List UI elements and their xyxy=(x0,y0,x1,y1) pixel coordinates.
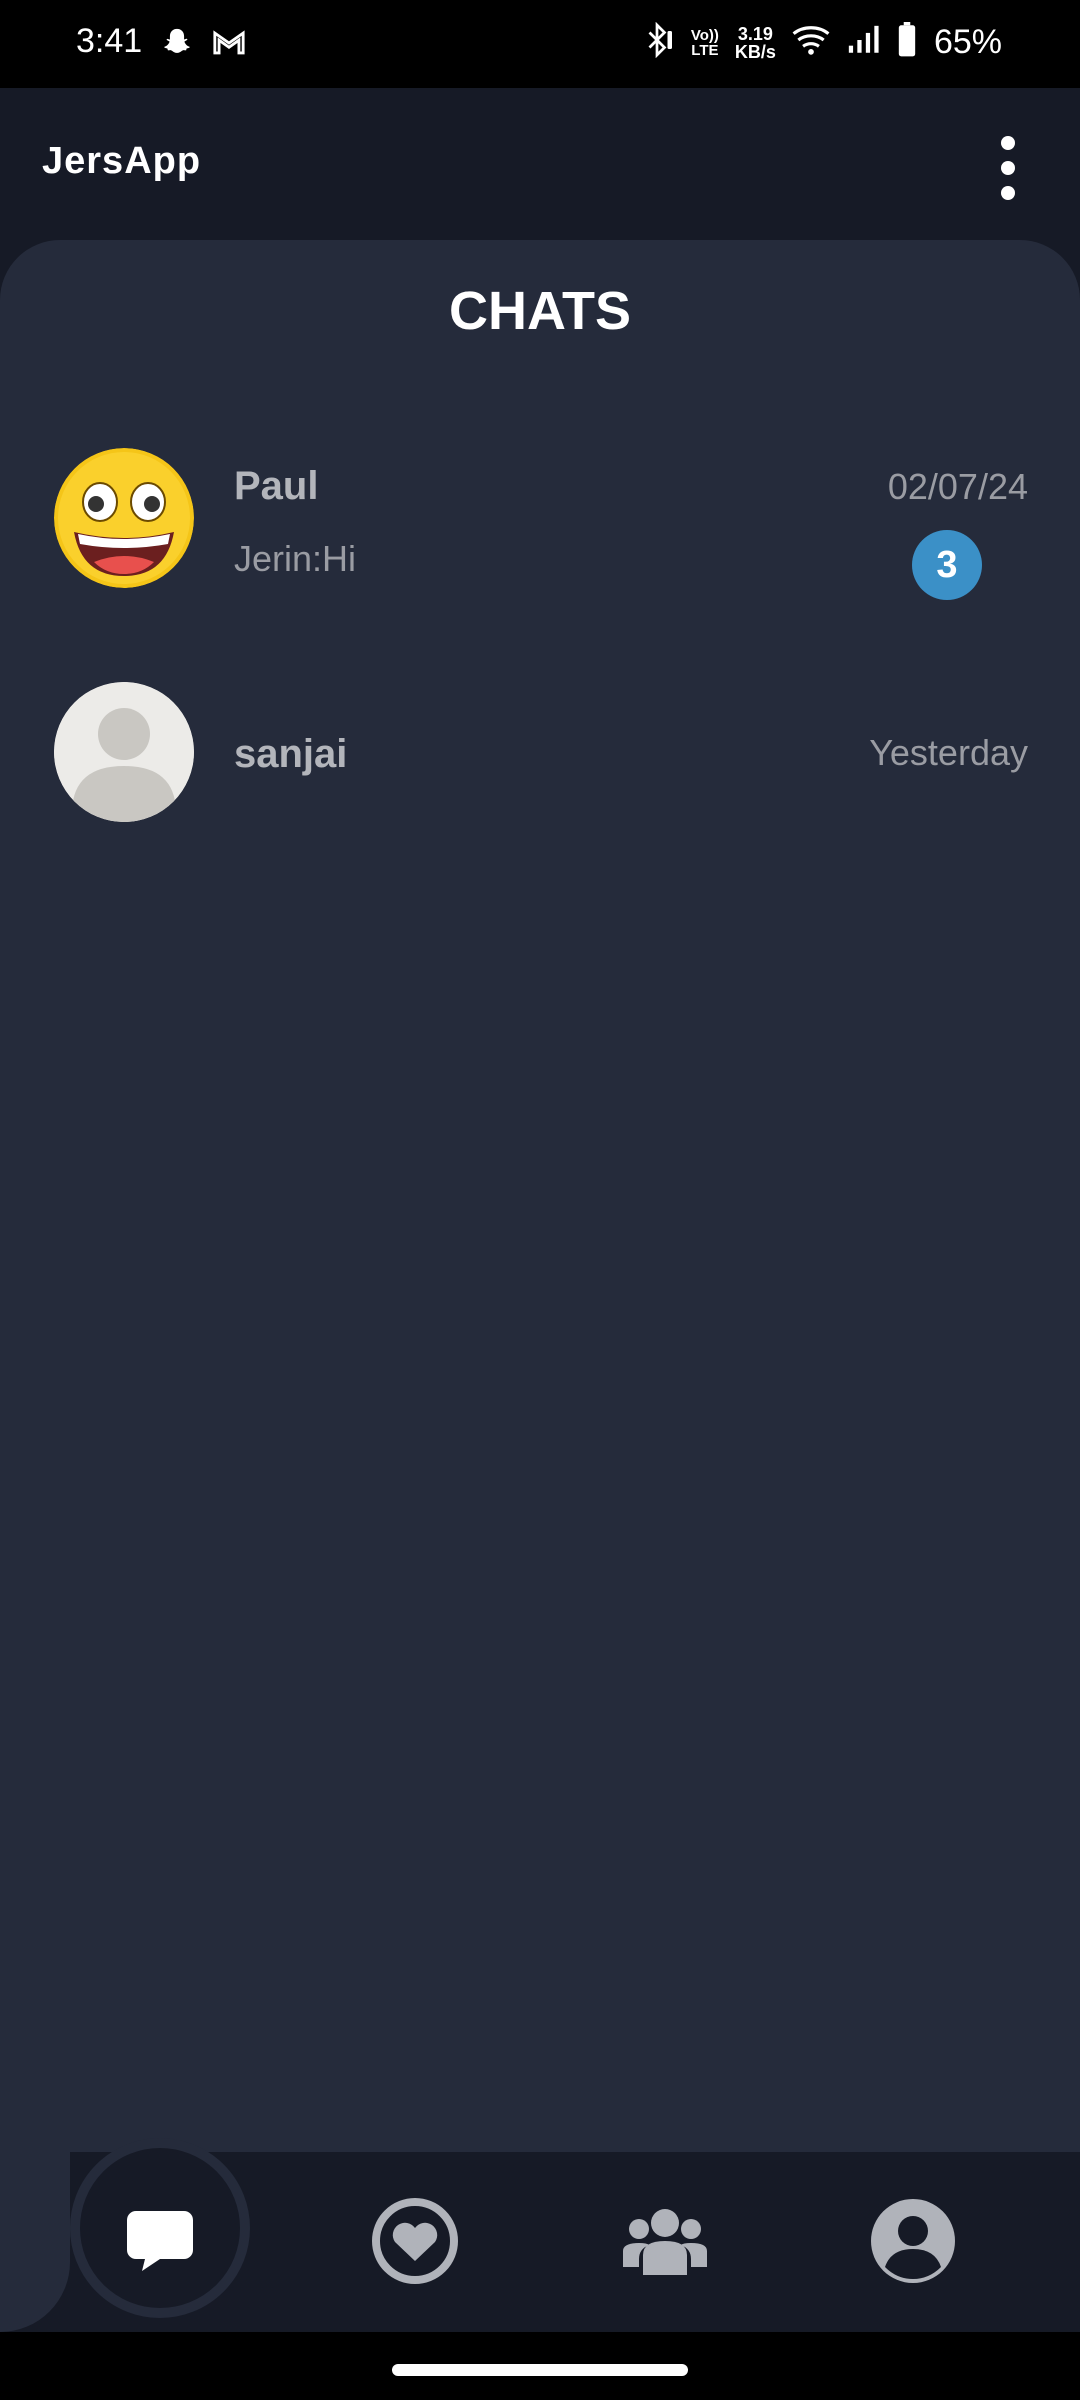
nav-groups-button[interactable] xyxy=(600,2176,730,2306)
status-bar: 3:41 Vo)) LTE 3.19 KB/s 65% xyxy=(0,0,1080,88)
avatar[interactable] xyxy=(54,682,194,822)
network-speed-value: 3.19 xyxy=(737,23,773,44)
chat-last-message: Jerin:Hi xyxy=(234,538,357,579)
gmail-icon xyxy=(212,28,246,63)
more-vert-icon-dot xyxy=(1001,186,1015,200)
chat-list-panel: CHATS Paul Jerin:Hi 02/07/24 3 sanjai Ye… xyxy=(0,240,1080,2152)
app-title: JersApp xyxy=(42,140,202,182)
wifi-icon xyxy=(792,24,830,61)
network-speed-unit: KB/s xyxy=(734,41,776,62)
unread-badge: 3 xyxy=(912,530,982,600)
chat-name: Paul xyxy=(234,464,319,508)
chat-item-sanjai[interactable]: sanjai Yesterday xyxy=(0,682,1080,832)
signal-icon xyxy=(846,24,880,61)
group-icon xyxy=(623,2209,707,2275)
system-icons: Vo)) LTE 3.19 KB/s 65% xyxy=(639,21,1002,63)
network-speed: 3.19 KB/s xyxy=(735,25,776,61)
section-title: CHATS xyxy=(449,281,631,341)
notification-icons xyxy=(160,26,246,65)
volte-icon: Vo)) LTE xyxy=(691,28,719,58)
more-vert-icon-dot xyxy=(1001,136,1015,150)
more-vert-icon-dot xyxy=(1001,161,1015,175)
home-gesture-handle[interactable] xyxy=(392,2364,688,2376)
grinning-emoji-avatar xyxy=(54,448,194,588)
bluetooth-icon xyxy=(639,21,675,63)
heart-icon xyxy=(372,2198,458,2284)
battery-percent: 65% xyxy=(933,23,1002,61)
chat-name: sanjai xyxy=(234,732,348,776)
volte-label: Vo)) xyxy=(690,26,719,44)
app-bar: JersApp xyxy=(0,88,1080,240)
chat-item-paul[interactable]: Paul Jerin:Hi 02/07/24 3 xyxy=(0,448,1080,600)
default-person-avatar xyxy=(54,682,194,822)
avatar[interactable] xyxy=(54,448,194,588)
chat-time: 02/07/24 xyxy=(887,466,1028,507)
gesture-navigation-bar xyxy=(0,2332,1080,2400)
nav-chats-button[interactable] xyxy=(95,2176,225,2306)
profile-icon xyxy=(871,2199,955,2283)
status-time: 3:41 xyxy=(76,22,143,60)
snapchat-icon xyxy=(160,26,194,65)
nav-favorites-button[interactable] xyxy=(350,2176,480,2306)
nav-profile-button[interactable] xyxy=(848,2176,978,2306)
chat-time: Yesterday xyxy=(869,732,1028,773)
more-options-button[interactable] xyxy=(976,126,1040,210)
chat-bubble-icon xyxy=(127,2211,193,2271)
battery-icon xyxy=(896,22,918,63)
lte-label: LTE xyxy=(691,41,719,59)
